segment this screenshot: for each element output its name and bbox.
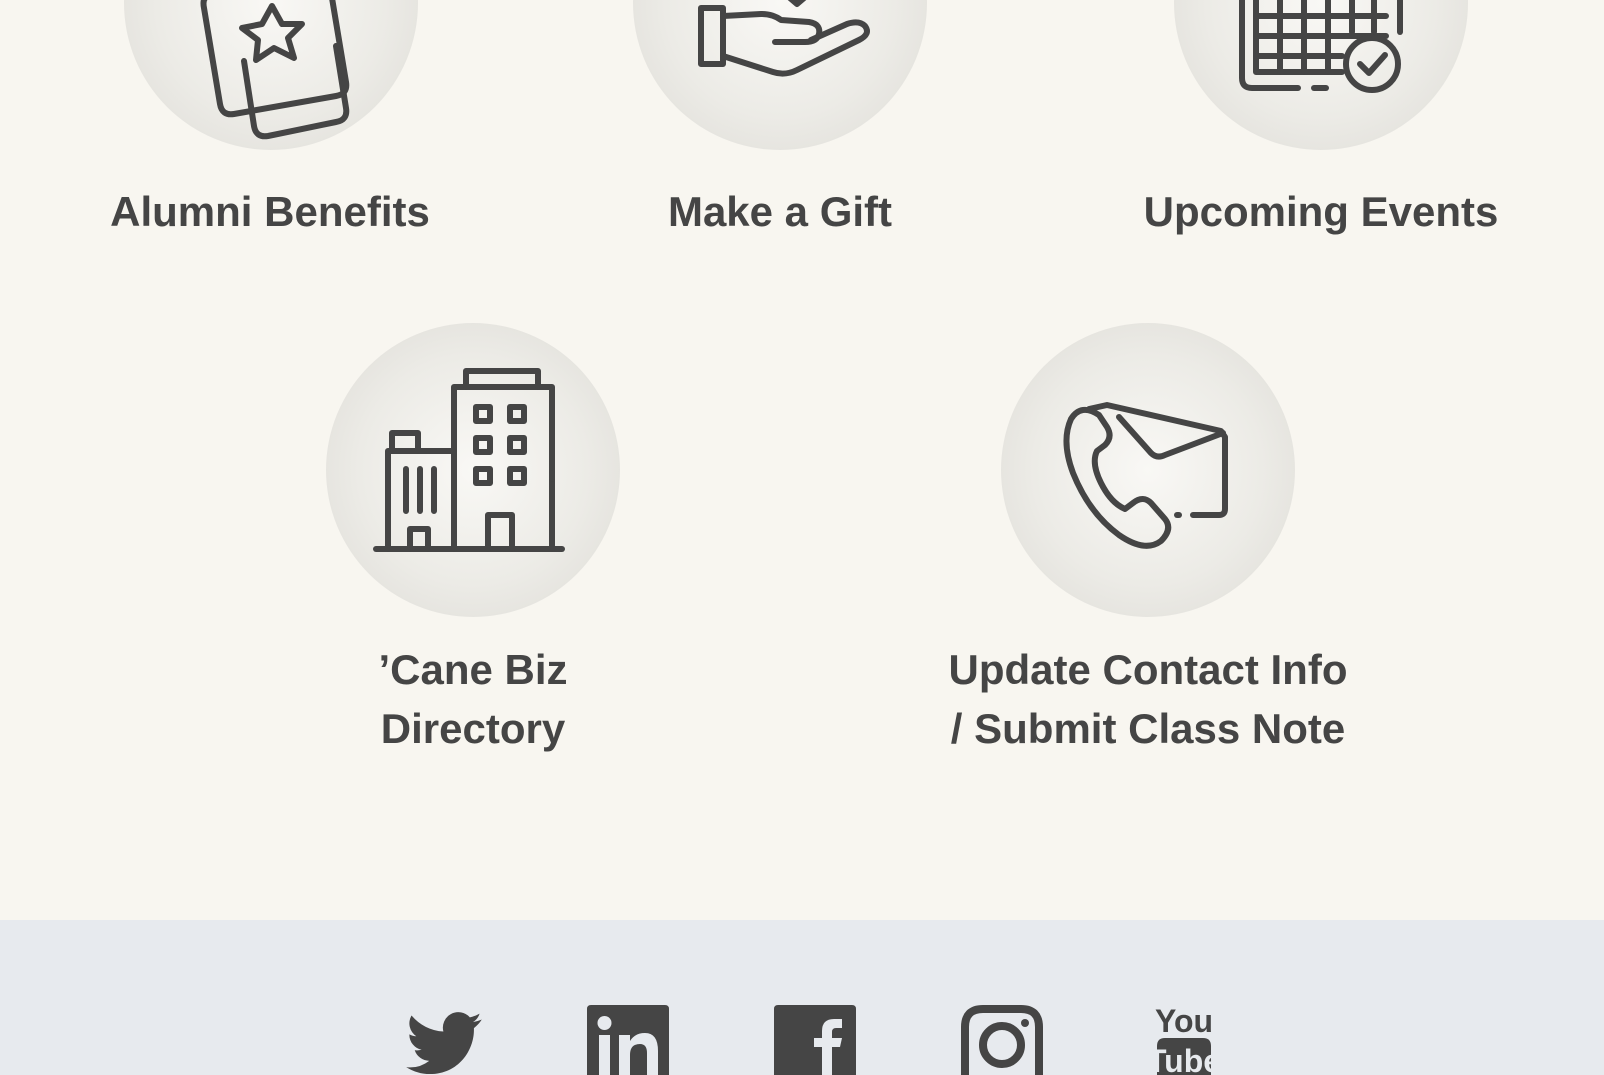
- alumni-benefits-icon-button[interactable]: [124, 0, 418, 150]
- buildings-icon: [373, 368, 565, 552]
- linkedin-link[interactable]: [587, 1005, 669, 1075]
- social-footer: You Tube: [0, 920, 1604, 1075]
- phone-envelope-icon: [1063, 402, 1228, 549]
- cane-biz-line2: Directory: [380, 705, 566, 752]
- instagram-link[interactable]: [961, 1005, 1043, 1075]
- twitter-icon: [406, 1012, 482, 1075]
- make-a-gift-link[interactable]: Make a Gift: [610, 182, 950, 241]
- twitter-link[interactable]: [405, 1012, 483, 1075]
- links-section: Alumni Benefits Make a Gift Upcoming Eve…: [0, 0, 1604, 920]
- upcoming-events-icon-button[interactable]: [1174, 0, 1468, 150]
- cane-biz-directory-icon-button[interactable]: [326, 323, 620, 617]
- linkedin-icon: [587, 1005, 669, 1075]
- facebook-link[interactable]: [774, 1005, 856, 1075]
- calendar-check-icon: [1239, 0, 1403, 93]
- youtube-top-text: You: [1155, 1003, 1213, 1039]
- facebook-icon: [774, 1005, 856, 1075]
- update-contact-line1: Update Contact Info: [948, 646, 1348, 693]
- instagram-icon: [961, 1005, 1043, 1075]
- youtube-link[interactable]: You Tube: [1147, 1002, 1217, 1075]
- cane-biz-directory-link[interactable]: ’Cane Biz Directory: [273, 640, 673, 758]
- card-star-icon: [200, 0, 350, 140]
- update-contact-line2: / Submit Class Note: [950, 705, 1346, 752]
- hand-gift-icon: [698, 0, 870, 77]
- cane-biz-line1: ’Cane Biz: [378, 646, 568, 693]
- youtube-bottom-text: Tube: [1147, 1043, 1217, 1075]
- alumni-benefits-link[interactable]: Alumni Benefits: [100, 182, 440, 241]
- upcoming-events-link[interactable]: Upcoming Events: [1131, 182, 1511, 241]
- youtube-icon: You Tube: [1147, 1003, 1217, 1075]
- make-a-gift-icon-button[interactable]: [633, 0, 927, 150]
- update-contact-icon-button[interactable]: [1001, 323, 1295, 617]
- update-contact-link[interactable]: Update Contact Info / Submit Class Note: [908, 640, 1388, 758]
